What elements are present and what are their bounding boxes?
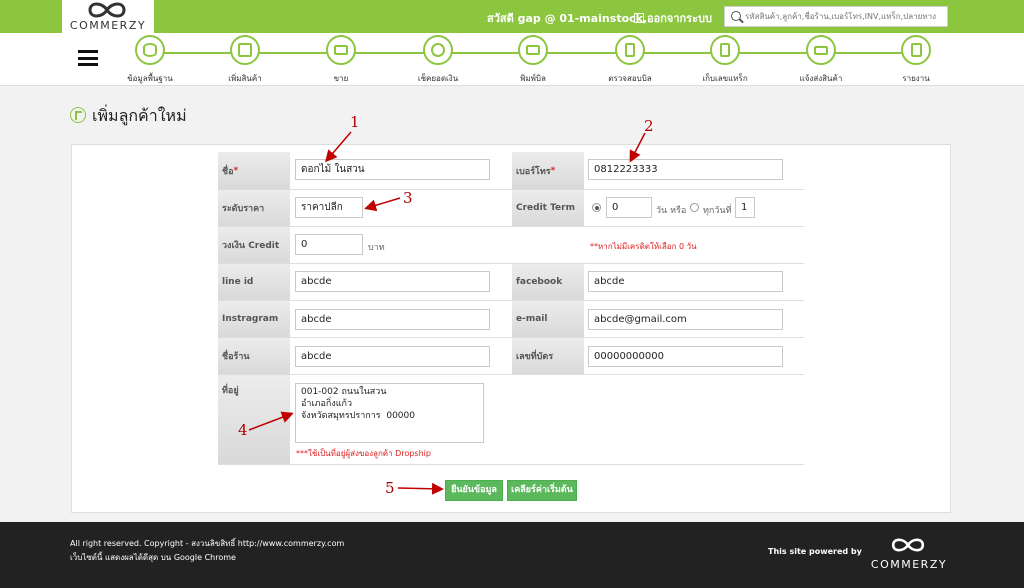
price-level-label: ระดับราคา xyxy=(218,190,290,226)
nav-item-shipping[interactable]: แจ้งส่งสินค้า xyxy=(775,35,865,85)
credit-term-label: Credit Term xyxy=(512,190,584,226)
copyright-text: All right reserved. Copyright - สงวนลิขส… xyxy=(70,539,345,548)
annotation-4: 4 xyxy=(238,421,248,439)
row-divider xyxy=(218,263,804,264)
address-textarea[interactable]: 001-002 ถนนในสวน อำเภอกิ่งแก้ว จังหวัดสม… xyxy=(295,383,484,443)
footer-logo[interactable]: COMMERZY xyxy=(864,534,954,580)
check-money-icon xyxy=(423,35,453,65)
instagram-label: Instragram xyxy=(218,301,290,337)
nav-item-report[interactable]: รายงาน xyxy=(870,35,960,85)
nav-label: ข้อมูลพื้นฐาน xyxy=(127,74,173,83)
nav-label: ขาย xyxy=(333,74,349,83)
credit-days-input[interactable] xyxy=(606,197,652,218)
nav-item-check-money[interactable]: เช็คยอดเงิน xyxy=(392,35,482,85)
barcode-scanner-icon xyxy=(710,35,740,65)
phone-label: เบอร์โทร * xyxy=(512,152,584,189)
scanner-icon xyxy=(615,35,645,65)
search-icon xyxy=(731,11,741,21)
credit-note: **หากไม่มีเครดิตให้เลือก 0 วัน xyxy=(590,242,697,251)
search-box[interactable] xyxy=(724,6,948,27)
price-level-select[interactable]: ราคาปลีก xyxy=(295,197,363,218)
annotation-2: 2 xyxy=(644,117,654,135)
search-input[interactable] xyxy=(745,9,945,24)
credit-days-unit: วัน หรือ xyxy=(656,206,687,216)
top-bar: COMMERZY สวัสดี gap @ 01-mainstock, ออกจ… xyxy=(0,0,1024,33)
nav-label: พิมพ์บิล xyxy=(520,74,546,83)
report-icon xyxy=(901,35,931,65)
shop-name-input[interactable] xyxy=(295,346,490,367)
address-note: ***ใช้เป็นที่อยู่ผู้ส่งของลูกค้า Dropshi… xyxy=(296,449,431,458)
row-divider xyxy=(218,337,804,338)
nav-item-print-bill[interactable]: พิมพ์บิล xyxy=(487,35,577,85)
shop-name-label: ชื่อร้าน xyxy=(218,338,290,374)
row-divider xyxy=(218,300,804,301)
browser-note: เว็บไซต์นี้ แสดงผลได้ดีสุด บน Google Chr… xyxy=(70,553,236,562)
card-number-label: เลขที่บัตร xyxy=(512,338,584,374)
line-id-label: line id xyxy=(218,264,290,300)
truck-icon xyxy=(806,35,836,65)
nav-label: ตรวจสอบบิล xyxy=(608,74,652,83)
line-id-input[interactable] xyxy=(295,271,490,292)
cash-register-icon xyxy=(326,35,356,65)
instagram-input[interactable] xyxy=(295,309,490,330)
powered-by-text: This site powered by xyxy=(768,547,862,556)
save-button[interactable]: ยืนยันข้อมูล xyxy=(445,480,503,501)
address-label: ที่อยู่ xyxy=(218,375,290,464)
every-day-label: ทุกวันที่ xyxy=(703,206,732,216)
row-divider xyxy=(218,189,804,190)
credit-days-radio[interactable] xyxy=(592,203,601,212)
credit-limit-unit: บาท xyxy=(368,243,385,253)
facebook-label: facebook xyxy=(512,264,584,300)
logo-text: COMMERZY xyxy=(69,19,147,32)
nav-label: เช็คยอดเงิน xyxy=(417,74,459,83)
nav-item-sell[interactable]: ขาย xyxy=(295,35,385,85)
main-nav: ข้อมูลพื้นฐาน เพิ่มสินค้า ขาย เช็คยอดเงิ… xyxy=(0,33,1024,86)
logout-icon xyxy=(634,13,644,23)
name-input[interactable] xyxy=(295,159,490,180)
card-number-input[interactable] xyxy=(588,346,783,367)
clear-button[interactable]: เคลียร์ค่าเริ่มต้น xyxy=(507,480,577,501)
annotation-5: 5 xyxy=(385,479,395,497)
row-divider xyxy=(218,226,804,227)
nav-item-verify-bill[interactable]: ตรวจสอบบิล xyxy=(584,35,674,85)
database-icon xyxy=(135,35,165,65)
nav-label: เพิ่มสินค้า xyxy=(228,74,262,83)
page-title-text: เพิ่มลูกค้าใหม่ xyxy=(92,106,187,125)
every-day-input[interactable] xyxy=(735,197,755,218)
nav-label: แจ้งส่งสินค้า xyxy=(799,74,843,83)
nav-item-tracking[interactable]: เก็บเลขแทร็ก xyxy=(679,35,769,85)
name-label: ชื่อ * xyxy=(218,152,290,189)
user-greeting: สวัสดี gap @ 01-mainstock, xyxy=(487,12,648,25)
printer-icon xyxy=(518,35,548,65)
box-icon xyxy=(230,35,260,65)
every-day-radio[interactable] xyxy=(690,203,699,212)
annotation-1: 1 xyxy=(350,113,360,131)
phone-input[interactable] xyxy=(588,159,783,180)
credit-limit-input[interactable] xyxy=(295,234,363,255)
footer-logo-text: COMMERZY xyxy=(870,558,948,571)
page-title: เพิ่มลูกค้าใหม่ xyxy=(70,104,187,129)
facebook-input[interactable] xyxy=(588,271,783,292)
infinity-logo-icon xyxy=(891,538,925,552)
add-user-icon xyxy=(70,107,86,123)
logout-link[interactable]: ออกจากระบบ xyxy=(634,9,712,27)
nav-label: เก็บเลขแทร็ก xyxy=(702,74,748,83)
brand-logo[interactable]: COMMERZY xyxy=(62,0,154,33)
row-divider xyxy=(218,374,804,375)
annotation-3: 3 xyxy=(403,189,413,207)
footer: All right reserved. Copyright - สงวนลิขส… xyxy=(0,522,1024,588)
nav-item-basic-data[interactable]: ข้อมูลพื้นฐาน xyxy=(104,35,194,85)
infinity-logo-icon xyxy=(88,2,126,18)
menu-icon[interactable] xyxy=(78,50,98,66)
email-label: e-mail xyxy=(512,301,584,337)
row-divider xyxy=(218,464,804,465)
customer-form-card xyxy=(71,144,951,513)
credit-limit-label: วงเงิน Credit xyxy=(218,227,290,263)
email-input[interactable] xyxy=(588,309,783,330)
nav-label: รายงาน xyxy=(902,74,930,83)
logout-label: ออกจากระบบ xyxy=(647,12,712,25)
nav-item-add-product[interactable]: เพิ่มสินค้า xyxy=(199,35,289,85)
